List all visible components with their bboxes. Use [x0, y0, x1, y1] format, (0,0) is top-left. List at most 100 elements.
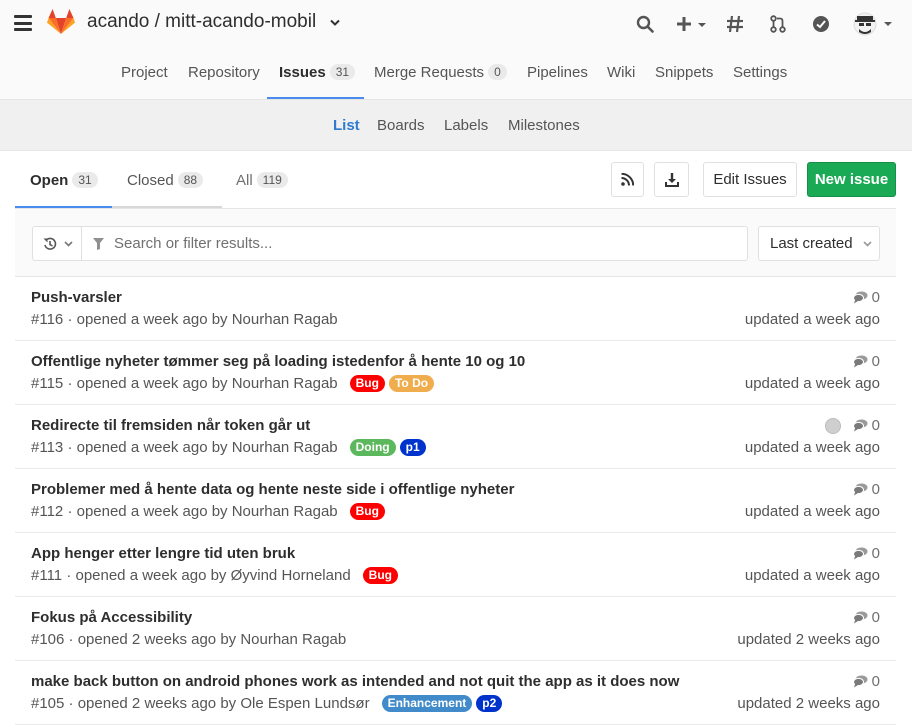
issue-row[interactable]: make back button on android phones work … — [15, 661, 896, 725]
issue-updated-at: updated 2 weeks ago — [737, 631, 880, 648]
issue-row[interactable]: Offentlige nyheter tømmer seg på loading… — [15, 341, 896, 405]
issues-subnav: List Boards Labels Milestones — [0, 100, 912, 151]
nav-issues-count: 31 — [329, 64, 356, 80]
issue-reference: #112 — [31, 503, 68, 520]
issue-row[interactable]: Problemer med å hente data og hente nest… — [15, 469, 896, 533]
issue-meta: #111 · opened a week ago by Øyvind Horne… — [31, 567, 398, 584]
issue-title-link[interactable]: Problemer med å hente data og hente nest… — [31, 481, 514, 498]
subnav-labels[interactable]: Labels — [444, 117, 488, 134]
issue-label[interactable]: Bug — [362, 567, 398, 584]
issue-opened-by: · opened a week ago by Nourhan Ragab — [67, 375, 338, 392]
tab-underline — [112, 206, 222, 208]
chevron-down-icon[interactable] — [330, 19, 340, 27]
issue-row[interactable]: Redirecte til fremsiden når token går ut… — [15, 405, 896, 469]
issue-label[interactable]: p2 — [476, 695, 503, 712]
issue-updated-at: updated a week ago — [744, 567, 880, 584]
issue-updated-at: updated 2 weeks ago — [737, 695, 880, 712]
issue-comments[interactable]: 0 — [852, 545, 880, 562]
issue-title-link[interactable]: make back button on android phones work … — [31, 673, 679, 690]
subnav-milestones[interactable]: Milestones — [508, 117, 580, 134]
issue-comments[interactable]: 0 — [852, 353, 880, 370]
tab-open-count: 31 — [72, 172, 98, 188]
subnav-boards[interactable]: Boards — [377, 117, 425, 134]
issue-meta: #115 · opened a week ago by Nourhan Raga… — [31, 375, 435, 392]
nav-snippets[interactable]: Snippets — [655, 64, 713, 81]
assignee-avatar[interactable] — [824, 417, 841, 434]
nav-project[interactable]: Project — [121, 64, 168, 81]
issue-comments[interactable]: 0 — [852, 673, 880, 690]
issue-meta: #106 · opened 2 weeks ago by Nourhan Rag… — [31, 631, 354, 648]
comments-count: 0 — [871, 481, 880, 498]
sort-dropdown[interactable]: Last created — [758, 226, 880, 261]
nav-pipelines[interactable]: Pipelines — [527, 64, 588, 81]
issue-opened-by: · opened a week ago by Nourhan Ragab — [67, 439, 338, 456]
nav-issues-label: Issues — [279, 64, 326, 81]
user-avatar-dropdown[interactable] — [852, 12, 896, 36]
issue-row[interactable]: Fokus på Accessibility #106 · opened 2 we… — [15, 597, 896, 661]
search-filter-input[interactable]: Search or filter results... — [81, 226, 748, 261]
new-issue-button[interactable]: New issue — [807, 162, 896, 197]
recent-searches-dropdown[interactable] — [32, 226, 82, 261]
issue-label[interactable]: Bug — [349, 375, 385, 392]
issue-comments[interactable]: 0 — [852, 609, 880, 626]
rss-icon — [621, 173, 634, 186]
todo-check-icon[interactable] — [810, 12, 832, 36]
issue-reference: #106 — [31, 631, 69, 648]
issue-title-link[interactable]: Push-varsler — [31, 289, 122, 306]
issue-reference: #115 — [31, 375, 68, 392]
project-title[interactable]: acando / mitt-acando-mobil — [87, 11, 316, 33]
tab-open-label: Open — [30, 172, 69, 189]
hamburger-menu-icon[interactable] — [14, 15, 32, 31]
issue-title-link[interactable]: App henger etter lengre tid uten bruk — [31, 545, 295, 562]
nav-repository[interactable]: Repository — [188, 64, 260, 81]
project-nav: Project Repository Issues 31 Merge Reques… — [0, 48, 912, 100]
tab-closed-count: 88 — [177, 172, 204, 188]
issue-comments[interactable]: 0 — [852, 481, 880, 498]
filter-icon — [93, 238, 104, 250]
issue-updated-at: updated a week ago — [744, 311, 880, 328]
issue-updated-at: updated a week ago — [744, 439, 880, 456]
merge-request-icon[interactable] — [767, 12, 789, 36]
issue-comments[interactable]: 0 — [852, 289, 880, 306]
tab-closed[interactable]: Closed 88 — [127, 172, 204, 189]
comments-icon — [852, 675, 868, 688]
export-csv-button[interactable] — [654, 162, 689, 197]
search-icon[interactable] — [634, 12, 656, 36]
new-dropdown-icon[interactable] — [674, 12, 710, 36]
comments-icon — [852, 547, 868, 560]
issue-meta: #113 · opened a week ago by Nourhan Raga… — [31, 439, 426, 456]
issue-row[interactable]: Push-varsler #116 · opened a week ago by … — [15, 277, 896, 341]
tab-closed-label: Closed — [127, 172, 174, 189]
comments-icon — [852, 483, 868, 496]
tab-all[interactable]: All 119 — [236, 172, 288, 189]
search-placeholder: Search or filter results... — [114, 235, 273, 252]
gitlab-logo-icon[interactable] — [47, 9, 75, 35]
nav-merge-requests-count: 0 — [488, 64, 507, 80]
nav-merge-requests-label: Merge Requests — [374, 64, 485, 81]
issue-title-link[interactable]: Fokus på Accessibility — [31, 609, 192, 626]
issue-comments[interactable]: 0 — [824, 417, 880, 434]
issue-title-link[interactable]: Redirecte til fremsiden når token går ut — [31, 417, 310, 434]
issue-opened-by: · opened 2 weeks ago by Nourhan Ragab — [68, 631, 347, 648]
tab-open[interactable]: Open 31 — [30, 172, 98, 189]
issue-label[interactable]: Enhancement — [381, 695, 473, 712]
nav-settings[interactable]: Settings — [733, 64, 787, 81]
issue-label[interactable]: p1 — [399, 439, 426, 456]
subnav-list[interactable]: List — [333, 117, 360, 134]
comments-icon — [852, 355, 868, 368]
rss-button[interactable] — [611, 162, 644, 197]
nav-merge-requests[interactable]: Merge Requests 0 — [374, 64, 507, 81]
issue-label[interactable]: Bug — [349, 503, 385, 520]
issue-reference: #105 — [31, 695, 69, 712]
nav-issues[interactable]: Issues 31 — [279, 64, 356, 81]
issue-label[interactable]: To Do — [388, 375, 435, 392]
active-tab-indicator — [15, 206, 112, 208]
nav-wiki[interactable]: Wiki — [607, 64, 635, 81]
edit-issues-button[interactable]: Edit Issues — [703, 162, 797, 197]
issue-label[interactable]: Doing — [349, 439, 396, 456]
hash-icon[interactable] — [724, 12, 746, 36]
comments-count: 0 — [871, 289, 880, 306]
issue-row[interactable]: App henger etter lengre tid uten bruk #11… — [15, 533, 896, 597]
comments-icon — [852, 419, 868, 432]
issue-title-link[interactable]: Offentlige nyheter tømmer seg på loading… — [31, 353, 525, 370]
